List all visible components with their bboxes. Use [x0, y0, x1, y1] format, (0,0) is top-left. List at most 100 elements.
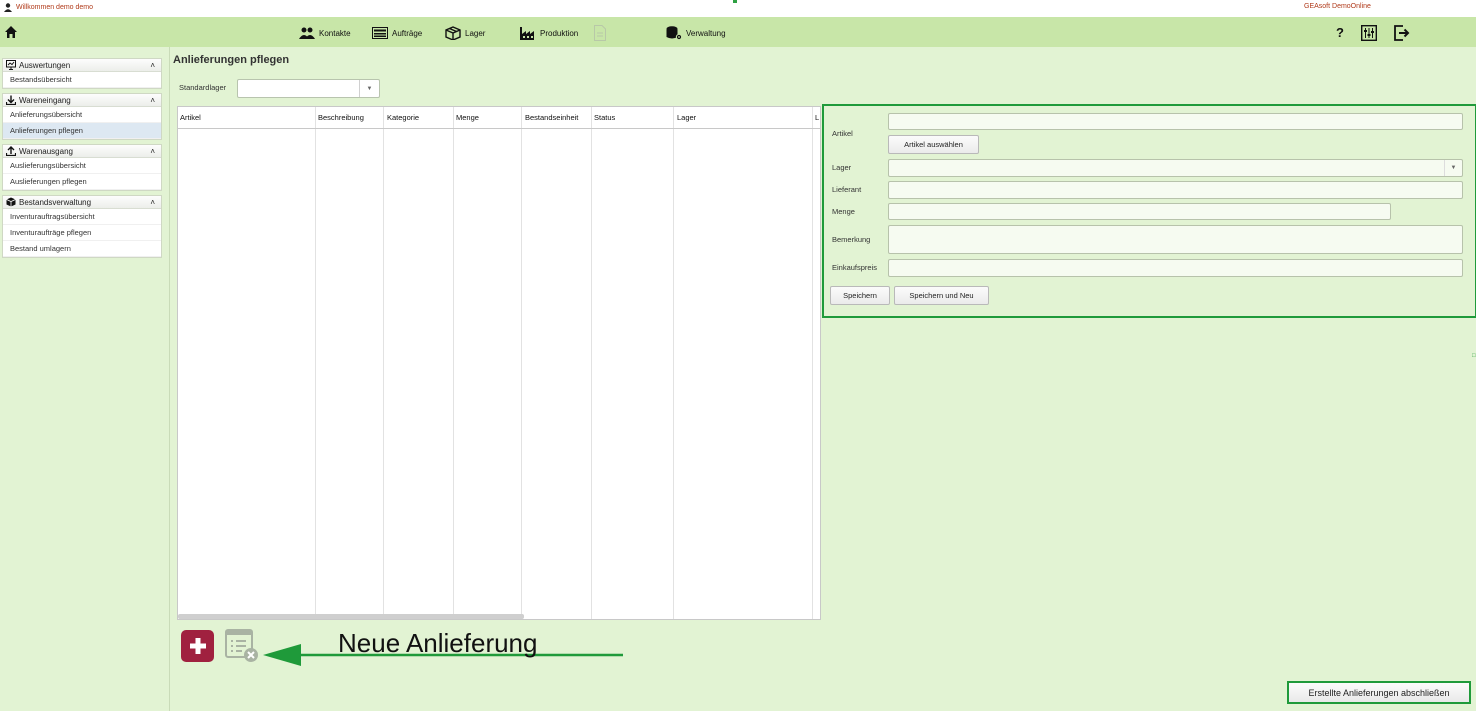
- help-icon: ?: [1336, 25, 1344, 40]
- box-icon: [6, 197, 16, 207]
- collapse-icon[interactable]: ˄: [150, 61, 155, 70]
- chevron-down-icon[interactable]: ▼: [359, 80, 379, 97]
- top-bar: Willkommen demo demo GEAsoft DemoOnline: [0, 0, 1476, 17]
- column-divider: [383, 107, 384, 619]
- nav-disabled-document: [594, 25, 610, 41]
- artikel-auswaehlen-button[interactable]: Artikel auswählen: [888, 135, 979, 154]
- download-icon: [6, 95, 16, 105]
- sidebar-group-header[interactable]: Auswertungen ˄: [3, 59, 161, 72]
- presentation-icon: [6, 60, 16, 70]
- bemerkung-textarea[interactable]: [888, 225, 1463, 254]
- column-divider: [453, 107, 454, 619]
- plus-icon: [189, 638, 206, 654]
- sidebar-group-title: Bestandsverwaltung: [19, 197, 92, 207]
- nav-lager[interactable]: Lager: [445, 25, 485, 41]
- document-icon: [594, 25, 606, 41]
- factory-icon: [520, 27, 534, 40]
- column-divider: [673, 107, 674, 619]
- column-divider: [812, 107, 813, 619]
- lager-label: Lager: [832, 163, 852, 172]
- menge-input[interactable]: [888, 203, 1391, 220]
- anlieferungen-table: Artikel Beschreibung Kategorie Menge Bes…: [177, 106, 821, 620]
- sidebar-group-bestandsverwaltung: Bestandsverwaltung ˄ Inventurauftragsübe…: [2, 195, 162, 258]
- main-navigation: Kontakte Aufträge Lager Produktion Verwa…: [0, 17, 1476, 47]
- nav-auftraege-label: Aufträge: [392, 28, 423, 38]
- sidebar-item-bestandsuebersicht[interactable]: Bestandsübersicht: [3, 72, 161, 88]
- home-button[interactable]: [4, 25, 18, 41]
- anlieferung-form: Artikel Artikel auswählen Lager ▼ Liefer…: [822, 104, 1476, 318]
- sidebar-group-header[interactable]: Bestandsverwaltung ˄: [3, 196, 161, 209]
- sidebar-item-anlieferungen-pflegen[interactable]: Anlieferungen pflegen: [3, 123, 161, 139]
- lager-select[interactable]: ▼: [888, 159, 1463, 177]
- table-header: Artikel Beschreibung Kategorie Menge Bes…: [178, 107, 820, 129]
- collapse-icon[interactable]: ˄: [150, 147, 155, 156]
- annotation-text: Neue Anlieferung: [338, 628, 538, 658]
- welcome-text: Willkommen demo demo: [16, 4, 94, 11]
- collapse-icon[interactable]: ˄: [150, 198, 155, 207]
- nav-verwaltung[interactable]: Verwaltung: [666, 25, 726, 41]
- nav-kontakte-label: Kontakte: [319, 28, 351, 38]
- upload-icon: [6, 146, 16, 156]
- nav-produktion[interactable]: Produktion: [520, 25, 578, 41]
- column-header-status[interactable]: Status: [594, 113, 615, 122]
- einkaufspreis-label: Einkaufspreis: [832, 263, 878, 272]
- sidebar-group-header[interactable]: Warenausgang ˄: [3, 145, 161, 158]
- add-button[interactable]: [181, 630, 214, 662]
- main-content: Anlieferungen pflegen Standardlager ▼ Ar…: [172, 47, 1476, 711]
- einkaufspreis-input[interactable]: [888, 259, 1463, 277]
- logout-button[interactable]: [1394, 25, 1410, 41]
- warehouse-box-icon: [445, 26, 461, 40]
- column-divider: [315, 107, 316, 619]
- collapse-icon[interactable]: ˄: [150, 96, 155, 105]
- sidebar-item-bestand-umlagern[interactable]: Bestand umlagern: [3, 241, 161, 257]
- sidebar-group-title: Auswertungen: [19, 60, 71, 70]
- save-and-new-button[interactable]: Speichern und Neu: [894, 286, 989, 305]
- welcome-area: Willkommen demo demo: [4, 3, 93, 12]
- sidebar: Auswertungen ˄ Bestandsübersicht Warenei…: [0, 47, 170, 711]
- sidebar-item-auslieferungen-pflegen[interactable]: Auslieferungen pflegen: [3, 174, 161, 190]
- database-gear-icon: [666, 26, 682, 40]
- standardlager-select[interactable]: ▼: [237, 79, 380, 98]
- column-header-truncated[interactable]: L: [815, 113, 819, 122]
- sidebar-group-warenausgang: Warenausgang ˄ Auslieferungsübersicht Au…: [2, 144, 162, 191]
- sliders-icon: [1361, 25, 1377, 41]
- sidebar-group-title: Warenausgang: [19, 146, 73, 156]
- help-button[interactable]: ?: [1336, 25, 1344, 40]
- orders-icon: [372, 27, 388, 39]
- sidebar-group-auswertungen: Auswertungen ˄ Bestandsübersicht: [2, 58, 162, 89]
- column-header-artikel[interactable]: Artikel: [180, 113, 201, 122]
- company-name: GEAsoft DemoOnline: [1304, 3, 1371, 10]
- sidebar-item-auslieferungsuebersicht[interactable]: Auslieferungsübersicht: [3, 158, 161, 174]
- nav-kontakte[interactable]: Kontakte: [299, 25, 351, 41]
- column-header-menge[interactable]: Menge: [456, 113, 479, 122]
- column-divider: [591, 107, 592, 619]
- column-divider: [521, 107, 522, 619]
- logout-icon: [1394, 25, 1410, 41]
- home-icon: [5, 26, 17, 38]
- sidebar-item-inventurauftragsuebersicht[interactable]: Inventurauftragsübersicht: [3, 209, 161, 225]
- horizontal-scrollbar[interactable]: [178, 614, 524, 619]
- sidebar-item-inventurauftraege-pflegen[interactable]: Inventuraufträge pflegen: [3, 225, 161, 241]
- sidebar-group-header[interactable]: Wareneingang ˄: [3, 94, 161, 107]
- delete-list-button[interactable]: [224, 629, 260, 665]
- sidebar-group-title: Wareneingang: [19, 95, 71, 105]
- sidebar-item-anlieferungsuebersicht[interactable]: Anlieferungsübersicht: [3, 107, 161, 123]
- column-header-beschreibung[interactable]: Beschreibung: [318, 113, 364, 122]
- menge-label: Menge: [832, 207, 855, 216]
- artikel-label: Artikel: [832, 129, 853, 138]
- finish-deliveries-button[interactable]: Erstellte Anlieferungen abschließen: [1287, 681, 1471, 704]
- lieferant-label: Lieferant: [832, 185, 862, 194]
- bemerkung-label: Bemerkung: [832, 235, 871, 244]
- nav-auftraege[interactable]: Aufträge: [372, 25, 422, 41]
- column-header-kategorie[interactable]: Kategorie: [387, 113, 419, 122]
- user-icon: [4, 3, 12, 12]
- settings-button[interactable]: [1361, 25, 1377, 41]
- column-header-lager[interactable]: Lager: [677, 113, 696, 122]
- artikel-input[interactable]: [888, 113, 1463, 130]
- column-header-bestandseinheit[interactable]: Bestandseinheit: [525, 113, 578, 122]
- nav-produktion-label: Produktion: [540, 28, 579, 38]
- lieferant-input[interactable]: [888, 181, 1463, 199]
- chevron-down-icon[interactable]: ▼: [1444, 160, 1462, 176]
- nav-lager-label: Lager: [465, 28, 486, 38]
- save-button[interactable]: Speichern: [830, 286, 890, 305]
